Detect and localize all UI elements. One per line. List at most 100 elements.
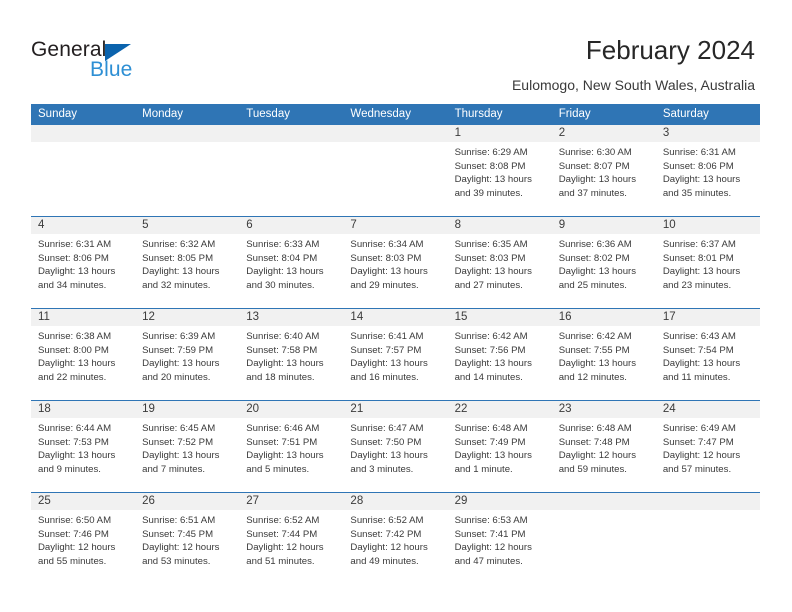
calendar-day-cell[interactable]: 11 Sunrise: 6:38 AM Sunset: 8:00 PM Dayligh…: [31, 308, 136, 401]
calendar-day-cell[interactable]: 26 Sunrise: 6:51 AM Sunset: 7:45 PM Dayligh…: [135, 492, 240, 584]
calendar-day-cell[interactable]: 13 Sunrise: 6:40 AM Sunset: 7:58 PM Dayligh…: [239, 308, 344, 401]
sunrise-time: Sunrise: 6:31 AM: [662, 147, 736, 158]
day-cell-inner: 17 Sunrise: 6:43 AM Sunset: 7:54 PM Dayligh…: [655, 309, 760, 400]
day-number: 14: [343, 309, 448, 326]
calendar-day-cell[interactable]: 28 Sunrise: 6:52 AM Sunset: 7:42 PM Dayligh…: [343, 492, 448, 584]
calendar-day-cell[interactable]: 21 Sunrise: 6:47 AM Sunset: 7:50 PM Dayligh…: [343, 400, 448, 493]
calendar-day-cell[interactable]: 9 Sunrise: 6:36 AM Sunset: 8:02 PM Daylight…: [551, 216, 656, 309]
calendar-day-cell[interactable]: 18 Sunrise: 6:44 AM Sunset: 7:53 PM Dayligh…: [31, 400, 136, 493]
sunset-time: Sunset: 7:53 PM: [38, 436, 109, 448]
day-number: 19: [135, 401, 240, 418]
day-number: 27: [239, 493, 344, 510]
sunset-time: Sunset: 7:44 PM: [246, 528, 318, 540]
daylight-duration-line2: and 53 minutes.: [142, 555, 211, 567]
sunrise-time: Sunrise: 6:37 AM: [662, 239, 736, 250]
calendar-day-cell[interactable]: 3 Sunrise: 6:31 AM Sunset: 8:06 PM Daylight…: [655, 125, 760, 217]
day-cell-inner: 14 Sunrise: 6:41 AM Sunset: 7:57 PM Dayligh…: [343, 309, 448, 400]
calendar-day-cell[interactable]: 22 Sunrise: 6:48 AM Sunset: 7:49 PM Dayligh…: [447, 400, 552, 493]
day-cell-inner: 16 Sunrise: 6:42 AM Sunset: 7:55 PM Dayligh…: [551, 309, 656, 400]
day-cell-inner: 12 Sunrise: 6:39 AM Sunset: 7:59 PM Dayligh…: [135, 309, 240, 400]
daylight-duration-line2: and 3 minutes.: [350, 463, 414, 475]
day-cell-inner: 10 Sunrise: 6:37 AM Sunset: 8:01 PM Dayligh…: [655, 217, 760, 308]
sunset-time: Sunset: 8:05 PM: [142, 252, 214, 264]
calendar-day-cell[interactable]: 2 Sunrise: 6:30 AM Sunset: 8:07 PM Daylight…: [551, 125, 656, 217]
daylight-duration-line1: Daylight: 13 hours: [246, 450, 324, 462]
daylight-duration-line2: and 34 minutes.: [38, 279, 107, 291]
day-cell-inner: [135, 125, 240, 216]
daylight-duration-line2: and 9 minutes.: [38, 463, 101, 475]
calendar-day-cell[interactable]: 5 Sunrise: 6:32 AM Sunset: 8:05 PM Daylight…: [135, 216, 240, 309]
calendar-empty-cell: [135, 125, 240, 217]
day-number: 24: [655, 401, 760, 418]
sunset-time: Sunset: 7:55 PM: [558, 344, 630, 356]
daylight-duration-line1: Daylight: 13 hours: [38, 358, 116, 370]
daylight-duration-line2: and 11 minutes.: [662, 371, 731, 383]
daylight-duration-line1: Daylight: 13 hours: [246, 266, 324, 278]
calendar-day-cell[interactable]: 8 Sunrise: 6:35 AM Sunset: 8:03 PM Daylight…: [447, 216, 552, 309]
day-detail-lines: Sunrise: 6:48 AM Sunset: 7:48 PM Daylight:…: [552, 418, 656, 476]
day-cell-inner: [551, 493, 656, 584]
sunset-time: Sunset: 7:48 PM: [558, 436, 630, 448]
day-detail-lines: Sunrise: 6:42 AM Sunset: 7:56 PM Daylight:…: [448, 326, 552, 384]
daylight-duration-line2: and 49 minutes.: [350, 555, 419, 567]
calendar-day-cell[interactable]: 27 Sunrise: 6:52 AM Sunset: 7:44 PM Dayligh…: [239, 492, 344, 584]
daylight-duration-line1: Daylight: 13 hours: [558, 266, 637, 278]
calendar-page: General Blue February 2024 Eulomogo, New…: [0, 0, 792, 612]
daylight-duration-line2: and 57 minutes.: [662, 463, 732, 475]
weekday-header-sunday: Sunday: [31, 104, 136, 125]
calendar-day-cell[interactable]: 19 Sunrise: 6:45 AM Sunset: 7:52 PM Dayligh…: [135, 400, 240, 493]
day-detail-lines: Sunrise: 6:44 AM Sunset: 7:53 PM Daylight:…: [31, 418, 135, 476]
calendar-day-cell[interactable]: 15 Sunrise: 6:42 AM Sunset: 7:56 PM Dayligh…: [447, 308, 552, 401]
calendar-day-cell[interactable]: 4 Sunrise: 6:31 AM Sunset: 8:06 PM Daylight…: [31, 216, 136, 309]
daylight-duration-line2: and 18 minutes.: [246, 371, 315, 383]
sunrise-time: Sunrise: 6:52 AM: [350, 515, 424, 526]
day-number: 5: [135, 217, 240, 234]
day-detail-lines: Sunrise: 6:49 AM Sunset: 7:47 PM Daylight:…: [656, 418, 760, 476]
day-cell-inner: 13 Sunrise: 6:40 AM Sunset: 7:58 PM Dayligh…: [239, 309, 344, 400]
sunrise-time: Sunrise: 6:31 AM: [38, 239, 112, 250]
calendar-week-row: 25 Sunrise: 6:50 AM Sunset: 7:46 PM Dayligh…: [31, 492, 760, 584]
daylight-duration-line1: Daylight: 13 hours: [454, 358, 532, 370]
daylight-duration-line1: Daylight: 13 hours: [454, 450, 532, 462]
daylight-duration-line2: and 1 minute.: [454, 463, 513, 475]
calendar-day-cell[interactable]: 7 Sunrise: 6:34 AM Sunset: 8:03 PM Daylight…: [343, 216, 448, 309]
sunrise-time: Sunrise: 6:50 AM: [38, 515, 112, 526]
day-detail-lines: Sunrise: 6:40 AM Sunset: 7:58 PM Daylight:…: [239, 326, 343, 384]
day-detail-lines: Sunrise: 6:53 AM Sunset: 7:41 PM Daylight:…: [448, 510, 552, 568]
calendar-day-cell[interactable]: 6 Sunrise: 6:33 AM Sunset: 8:04 PM Daylight…: [239, 216, 344, 309]
sunset-time: Sunset: 7:49 PM: [454, 436, 526, 448]
daylight-duration-line1: Daylight: 12 hours: [350, 542, 428, 554]
calendar-day-cell[interactable]: 14 Sunrise: 6:41 AM Sunset: 7:57 PM Dayligh…: [343, 308, 448, 401]
calendar-day-cell[interactable]: 24 Sunrise: 6:49 AM Sunset: 7:47 PM Dayligh…: [655, 400, 760, 493]
sunset-time: Sunset: 8:03 PM: [454, 252, 526, 264]
calendar-day-cell[interactable]: 10 Sunrise: 6:37 AM Sunset: 8:01 PM Dayligh…: [655, 216, 760, 309]
sunrise-time: Sunrise: 6:35 AM: [454, 239, 528, 250]
general-blue-logo[interactable]: General Blue: [31, 38, 171, 86]
day-cell-inner: 28 Sunrise: 6:52 AM Sunset: 7:42 PM Dayligh…: [343, 493, 448, 584]
calendar-day-cell[interactable]: 12 Sunrise: 6:39 AM Sunset: 7:59 PM Dayligh…: [135, 308, 240, 401]
calendar-day-cell[interactable]: 25 Sunrise: 6:50 AM Sunset: 7:46 PM Dayligh…: [31, 492, 136, 584]
day-cell-inner: 9 Sunrise: 6:36 AM Sunset: 8:02 PM Daylight…: [551, 217, 656, 308]
sunset-time: Sunset: 7:59 PM: [142, 344, 214, 356]
day-cell-inner: [239, 125, 344, 216]
day-cell-inner: 25 Sunrise: 6:50 AM Sunset: 7:46 PM Dayligh…: [31, 493, 136, 584]
sunset-time: Sunset: 8:07 PM: [558, 160, 630, 172]
calendar-day-cell[interactable]: 17 Sunrise: 6:43 AM Sunset: 7:54 PM Dayligh…: [655, 308, 760, 401]
day-number: [343, 125, 448, 142]
sunset-time: Sunset: 7:56 PM: [454, 344, 526, 356]
calendar-day-cell[interactable]: 23 Sunrise: 6:48 AM Sunset: 7:48 PM Dayligh…: [551, 400, 656, 493]
sunrise-time: Sunrise: 6:29 AM: [454, 147, 528, 158]
calendar-day-cell[interactable]: 20 Sunrise: 6:46 AM Sunset: 7:51 PM Dayligh…: [239, 400, 344, 493]
calendar-day-cell[interactable]: 1 Sunrise: 6:29 AM Sunset: 8:08 PM Daylight…: [447, 125, 552, 217]
day-number: 11: [31, 309, 136, 326]
calendar-day-cell[interactable]: 29 Sunrise: 6:53 AM Sunset: 7:41 PM Dayligh…: [447, 492, 552, 584]
calendar-day-cell[interactable]: 16 Sunrise: 6:42 AM Sunset: 7:55 PM Dayligh…: [551, 308, 656, 401]
day-detail-lines: Sunrise: 6:38 AM Sunset: 8:00 PM Daylight:…: [31, 326, 135, 384]
calendar-week-row: 4 Sunrise: 6:31 AM Sunset: 8:06 PM Daylight…: [31, 216, 760, 309]
daylight-duration-line2: and 39 minutes.: [454, 187, 523, 199]
sunset-time: Sunset: 8:04 PM: [246, 252, 318, 264]
day-number: 8: [447, 217, 552, 234]
sunrise-time: Sunrise: 6:30 AM: [558, 147, 632, 158]
daylight-duration-line1: Daylight: 13 hours: [350, 358, 428, 370]
day-cell-inner: 1 Sunrise: 6:29 AM Sunset: 8:08 PM Daylight…: [447, 125, 552, 216]
